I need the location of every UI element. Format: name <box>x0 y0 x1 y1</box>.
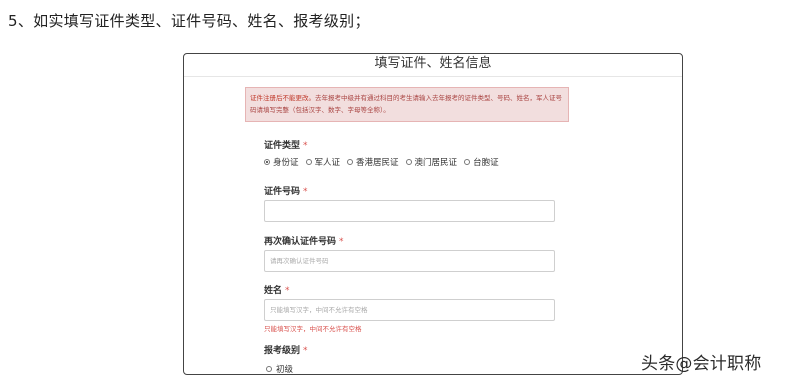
radio-level-junior[interactable]: 初级 <box>266 363 294 375</box>
name-error-message: 只能填写汉字，中间不允许有空格 <box>264 325 362 333</box>
radio-label: 初级 <box>276 365 294 375</box>
notice-strong: 证件注册后不能更改。 <box>250 94 315 102</box>
required-mark: * <box>303 141 308 151</box>
id-type-radio-group: 身份证 军人证 香港居民证 澳门居民证 台胞证 <box>264 156 499 168</box>
registration-form-panel: 填写证件、姓名信息 证件注册后不能更改。去年报考中级并有通过科目的考生请输入去年… <box>183 53 683 375</box>
id-confirm-input[interactable] <box>264 250 555 272</box>
radio-id-card[interactable]: 身份证 <box>264 156 299 168</box>
radio-hongkong-card[interactable]: 香港居民证 <box>347 156 399 168</box>
step-heading: 5、如实填写证件类型、证件号码、姓名、报考级别； <box>8 12 370 30</box>
radio-unchecked-icon <box>405 159 412 165</box>
radio-taiwan-card[interactable]: 台胞证 <box>464 156 499 168</box>
radio-unchecked-icon <box>464 159 471 165</box>
required-mark: * <box>339 237 344 247</box>
radio-military-card[interactable]: 军人证 <box>305 156 341 168</box>
form-title: 填写证件、姓名信息 <box>374 56 492 71</box>
level-label-text: 报考级别 <box>264 346 301 356</box>
name-input[interactable] <box>264 299 555 321</box>
watermark: 头条@会计职称 <box>641 354 762 374</box>
id-confirm-label: 再次确认证件号码 * <box>264 234 344 247</box>
radio-label: 身份证 <box>273 158 299 168</box>
id-confirm-label-text: 再次确认证件号码 <box>264 237 337 247</box>
id-number-label-text: 证件号码 <box>264 187 301 197</box>
radio-unchecked-icon <box>266 366 272 372</box>
radio-unchecked-icon <box>305 159 312 165</box>
id-number-input[interactable] <box>264 200 555 222</box>
required-mark: * <box>303 346 308 356</box>
radio-label: 军人证 <box>314 158 341 168</box>
required-mark: * <box>303 187 308 197</box>
radio-macau-card[interactable]: 澳门居民证 <box>405 156 458 168</box>
id-number-label: 证件号码 * <box>264 184 308 197</box>
name-label-text: 姓名 <box>264 286 283 296</box>
radio-checked-icon <box>264 159 270 165</box>
radio-label: 香港居民证 <box>356 158 399 168</box>
id-type-label-text: 证件类型 <box>264 141 301 151</box>
required-mark: * <box>285 286 290 296</box>
name-label: 姓名 * <box>264 283 290 296</box>
title-divider <box>184 76 682 77</box>
radio-unchecked-icon <box>347 159 354 165</box>
notice-alert: 证件注册后不能更改。去年报考中级并有通过科目的考生请输入去年报考的证件类型、号码… <box>245 87 569 122</box>
level-label: 报考级别 * <box>264 343 308 356</box>
radio-label: 台胞证 <box>473 158 499 168</box>
radio-label: 澳门居民证 <box>414 158 458 168</box>
id-type-label: 证件类型 * <box>264 138 308 151</box>
